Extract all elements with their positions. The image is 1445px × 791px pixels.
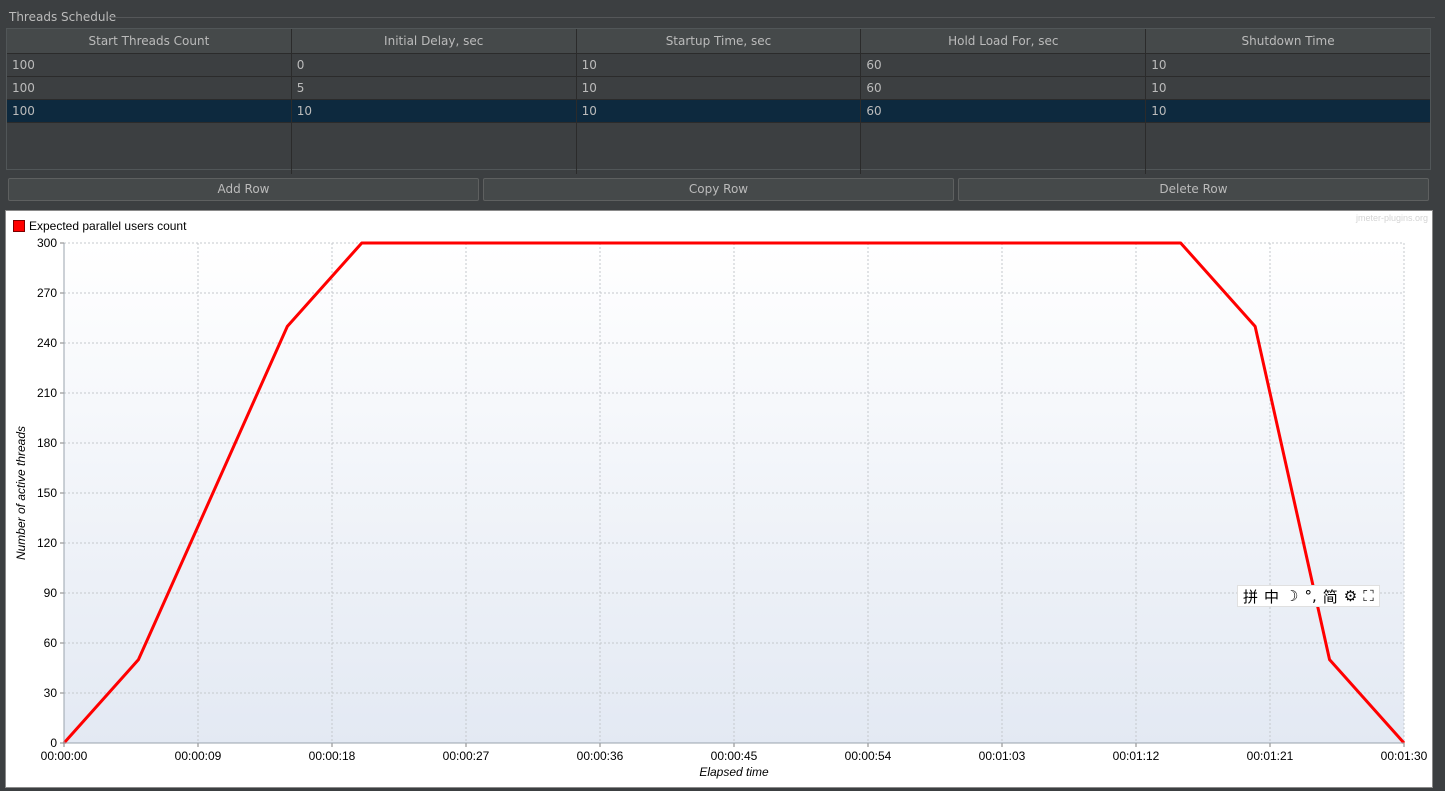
table-cell[interactable]: 10 [577,100,862,122]
x-tick-label: 00:01:30 [1381,749,1428,763]
empty-column [7,123,292,174]
copy-row-button[interactable]: Copy Row [483,178,954,201]
table-cell[interactable]: 10 [577,54,862,76]
threads-schedule-title: Threads Schedule [9,10,117,24]
chinese-mode-icon[interactable]: 中 [1264,586,1279,607]
legend-label: Expected parallel users count [29,219,187,233]
y-tick-label: 240 [37,336,57,350]
table-cell[interactable]: 60 [861,77,1147,99]
empty-column [1146,123,1430,174]
empty-column [577,123,862,174]
table-cell[interactable]: 100 [7,77,292,99]
legend-swatch [13,220,25,232]
table-cell[interactable]: 100 [7,100,292,122]
table-cell[interactable]: 10 [292,100,577,122]
punctuation-icon[interactable]: °, [1304,587,1316,605]
table-cell[interactable]: 60 [861,54,1147,76]
y-tick-label: 60 [44,636,58,650]
y-tick-label: 180 [37,436,57,450]
table-cell[interactable]: 0 [292,54,577,76]
table-cell[interactable]: 100 [7,54,292,76]
x-tick-label: 00:00:45 [711,749,758,763]
add-row-button[interactable]: Add Row [8,178,479,201]
y-tick-label: 300 [37,236,57,250]
table-cell[interactable]: 60 [861,100,1147,122]
x-tick-label: 00:00:27 [443,749,490,763]
threads-chart: 0 30 60 90 120 150 180 210 240 270 300 00:00:00 00:… [14,236,1428,779]
table-cell[interactable]: 10 [1146,54,1430,76]
table-cell[interactable]: 10 [1146,77,1430,99]
column-header[interactable]: Startup Time, sec [577,29,862,53]
x-tick-label: 00:00:09 [175,749,222,763]
column-header[interactable]: Start Threads Count [7,29,292,53]
expand-icon[interactable]: ⛶ [1363,587,1374,605]
column-header[interactable]: Shutdown Time [1146,29,1430,53]
table-empty-area[interactable] [7,123,1430,174]
y-tick-label: 270 [37,286,57,300]
column-header[interactable]: Hold Load For, sec [861,29,1147,53]
y-tick-label: 30 [44,686,58,700]
table-cell[interactable]: 5 [292,77,577,99]
column-header[interactable]: Initial Delay, sec [292,29,577,53]
threads-schedule-table: Start Threads Count Initial Delay, sec S… [6,28,1431,174]
y-tick-label: 120 [37,536,57,550]
table-header: Start Threads Count Initial Delay, sec S… [7,29,1430,54]
simplified-icon[interactable]: 简 [1323,586,1338,607]
x-tick-label: 00:01:12 [1113,749,1160,763]
x-tick-label: 00:00:00 [41,749,88,763]
y-tick-label: 0 [50,736,57,750]
settings-icon[interactable]: ⚙ [1344,587,1357,605]
table-row[interactable]: 100 5 10 60 10 [7,77,1430,100]
group-divider [108,17,1435,18]
empty-column [861,123,1147,174]
y-tick-label: 90 [44,586,58,600]
chart-watermark: jmeter-plugins.org [1355,213,1428,223]
table-row[interactable]: 100 0 10 60 10 [7,54,1430,77]
x-tick-label: 00:01:03 [979,749,1026,763]
x-tick-label: 00:00:36 [577,749,624,763]
x-axis-label: Elapsed time [699,765,769,779]
delete-row-button[interactable]: Delete Row [958,178,1429,201]
empty-column [292,123,577,174]
x-tick-label: 00:01:21 [1247,749,1294,763]
y-tick-label: 150 [37,486,57,500]
y-axis-label: Number of active threads [14,426,28,560]
y-tick-label: 210 [37,386,57,400]
ime-toolbar[interactable]: 拼 中 ☽ °, 简 ⚙ ⛶ [1237,585,1380,607]
pinyin-icon[interactable]: 拼 [1243,586,1258,607]
chart-legend: Expected parallel users count [13,219,186,233]
half-width-icon[interactable]: ☽ [1285,587,1298,605]
chart-panel: jmeter-plugins.org Expected parallel use… [5,210,1433,788]
table-row-selected[interactable]: 100 10 10 60 10 [7,100,1430,123]
x-tick-label: 00:00:18 [309,749,356,763]
table-cell[interactable]: 10 [1146,100,1430,122]
x-tick-label: 00:00:54 [845,749,892,763]
table-cell[interactable]: 10 [577,77,862,99]
